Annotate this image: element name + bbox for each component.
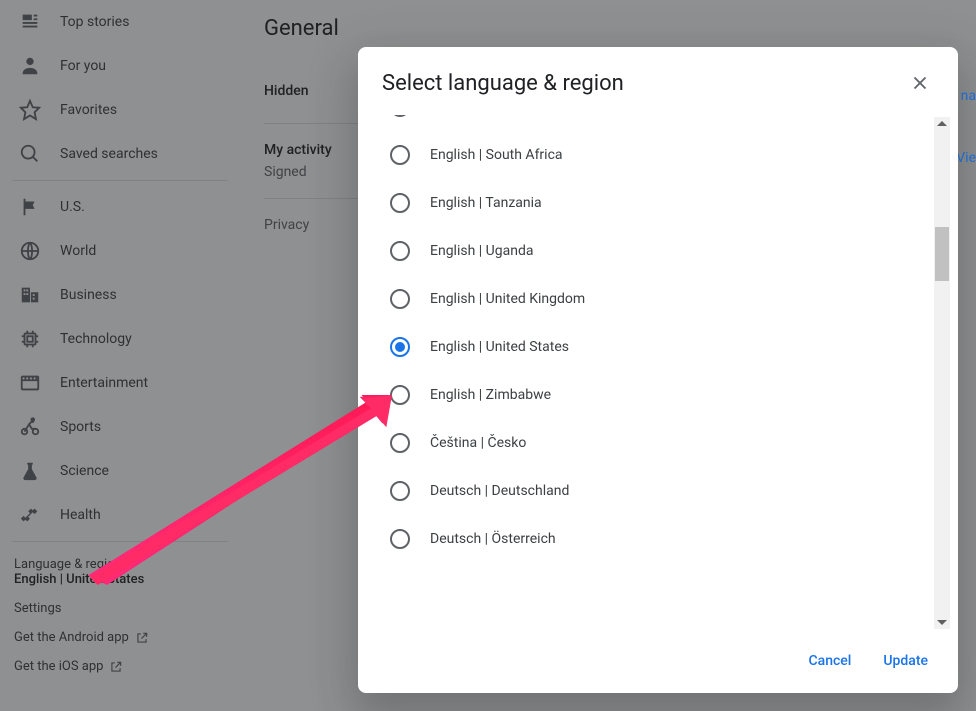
option-label: English | South Africa xyxy=(430,147,563,163)
radio-icon xyxy=(390,241,410,261)
scroll-up-icon[interactable] xyxy=(937,121,947,126)
option-label: English | United Kingdom xyxy=(430,291,585,307)
scroll-down-icon[interactable] xyxy=(937,620,947,625)
radio-icon xyxy=(390,289,410,309)
radio-icon xyxy=(390,193,410,213)
dialog-footer: Cancel Update xyxy=(358,631,958,693)
radio-icon xyxy=(390,385,410,405)
radio-icon xyxy=(390,481,410,501)
language-option[interactable]: English | Zimbabwe xyxy=(386,371,932,419)
option-label: Čeština | Česko xyxy=(430,435,526,451)
option-label: English | United States xyxy=(430,339,569,355)
partial-link[interactable]: Vie xyxy=(956,150,976,166)
partial-link[interactable]: na xyxy=(961,88,976,104)
dialog-scrollbar[interactable] xyxy=(934,117,950,629)
update-button[interactable]: Update xyxy=(871,645,940,677)
dialog-body: English | Singapore English | South Afric… xyxy=(358,115,958,631)
language-option[interactable]: English | Uganda xyxy=(386,227,932,275)
option-label: English | Uganda xyxy=(430,243,533,259)
radio-icon xyxy=(390,433,410,453)
radio-icon xyxy=(390,529,410,549)
language-option[interactable]: Čeština | Česko xyxy=(386,419,932,467)
radio-icon xyxy=(390,337,410,357)
option-label: English | Tanzania xyxy=(430,195,542,211)
close-icon xyxy=(909,72,931,94)
dialog-title: Select language & region xyxy=(382,71,624,96)
radio-icon xyxy=(390,115,410,117)
dialog-option-list[interactable]: English | Singapore English | South Afric… xyxy=(386,115,932,631)
dialog-header: Select language & region xyxy=(358,47,958,115)
dialog-close-button[interactable] xyxy=(900,63,940,103)
language-option[interactable]: English | United States xyxy=(386,323,932,371)
language-option[interactable]: English | United Kingdom xyxy=(386,275,932,323)
cancel-button[interactable]: Cancel xyxy=(797,645,864,677)
language-option[interactable]: Deutsch | Österreich xyxy=(386,515,932,563)
option-label: Deutsch | Deutschland xyxy=(430,483,569,499)
option-label: English | Zimbabwe xyxy=(430,387,551,403)
language-option[interactable]: Deutsch | Deutschland xyxy=(386,467,932,515)
language-region-dialog: Select language & region English | Singa… xyxy=(358,47,958,693)
option-label: Deutsch | Österreich xyxy=(430,531,556,547)
radio-icon xyxy=(390,145,410,165)
scrollbar-thumb[interactable] xyxy=(935,227,949,281)
language-option[interactable]: English | South Africa xyxy=(386,131,932,179)
language-option[interactable]: English | Singapore xyxy=(386,115,932,131)
language-option[interactable]: English | Tanzania xyxy=(386,179,932,227)
